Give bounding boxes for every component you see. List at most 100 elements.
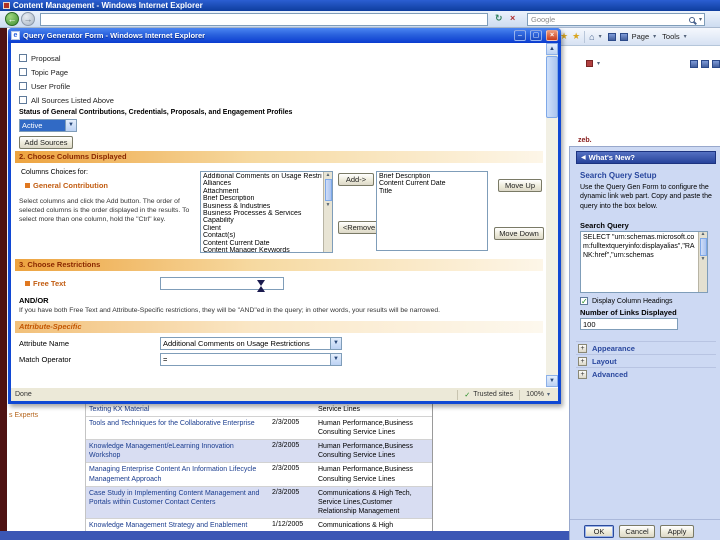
column-option[interactable]: Client [203,225,322,232]
table-row[interactable]: Case Study in Implementing Content Manag… [86,486,432,519]
zoom-control[interactable]: 100% ▾ [519,389,558,400]
move-up-button[interactable]: Move Up [498,179,542,192]
search-icon[interactable] [688,16,695,23]
list-scrollbar[interactable]: ▲ ▼ [323,172,332,252]
minimize-button[interactable]: – [514,30,526,41]
checkbox-icon[interactable] [19,68,27,76]
available-columns-list[interactable]: ▲▼ Additional Comments on Usage Restrict… [200,171,333,253]
table-row[interactable]: Knowledge Management Strategy and Enable… [86,519,432,531]
tool-pane-section[interactable]: + Layout [576,354,716,367]
row-title-link[interactable]: Managing Enterprise Content An Informati… [86,463,270,485]
selected-column-option[interactable]: Title [379,188,485,195]
home-dropdown-icon[interactable]: ▾ [599,33,602,40]
close-button[interactable]: × [546,30,558,41]
tool-pane-section[interactable]: + Appearance [576,341,716,354]
source-checkbox-row[interactable]: User Profile [19,79,114,93]
table-row[interactable]: Managing Enterprise Content An Informati… [86,463,432,487]
alert-icon[interactable] [586,60,593,67]
table-row[interactable]: Tools and Techniques for the Collaborati… [86,417,432,441]
status-select[interactable]: Active ▼ [19,119,77,132]
zoom-dropdown-icon[interactable]: ▾ [547,391,550,398]
column-option[interactable]: Additional Comments on Usage Restriction… [203,173,322,180]
expand-icon[interactable]: + [578,356,587,366]
column-option[interactable]: Content Manager Keywords [203,247,322,252]
row-title-link[interactable]: Texting KX Material [86,403,270,416]
toolbar-icon[interactable] [701,60,709,68]
scroll-up-icon[interactable]: ▲ [546,43,558,55]
column-option[interactable]: Business Processes & Services [203,210,322,217]
page-icon [619,32,628,41]
row-title-link[interactable]: Case Study in Implementing Content Manag… [86,487,270,518]
refresh-icon[interactable]: ↻ [495,13,503,24]
attribute-name-select[interactable]: Additional Comments on Usage Restriction… [160,337,342,350]
column-option[interactable]: Business & Industries [203,203,322,210]
tool-pane-section[interactable]: + Advanced [576,367,716,380]
whats-new-header[interactable]: ◀ What's New? [576,151,716,164]
page-menu[interactable]: Page [632,32,650,41]
source-checkbox-row[interactable]: Proposal [19,51,114,65]
search-dropdown-icon[interactable]: ▾ [699,16,702,23]
row-title-link[interactable]: Knowledge Management Strategy and Enable… [86,519,270,531]
checkbox-icon[interactable] [19,54,27,62]
checkbox-icon[interactable] [19,82,27,90]
experts-link[interactable]: s Experts [9,412,38,419]
search-query-textarea[interactable]: SELECT "urn:schemas.microsoft.com:fullte… [580,231,708,293]
add-column-button[interactable]: Add-> [338,173,374,186]
popup-titlebar[interactable]: e Query Generator Form - Windows Interne… [8,28,561,43]
display-headings-row[interactable]: ✓ Display Column Headings [580,297,673,306]
maximize-button[interactable]: ▢ [530,30,542,41]
tools-menu[interactable]: Tools [662,32,680,41]
home-icon[interactable]: ⌂ [589,32,594,42]
favorites-icon[interactable]: ★ [560,31,568,42]
selected-column-option[interactable]: Content Current Date [379,180,485,187]
scroll-down-icon[interactable]: ▼ [546,375,558,387]
checked-checkbox-icon[interactable]: ✓ [580,297,588,306]
links-displayed-input[interactable] [580,318,678,330]
source-checkbox-row[interactable]: All Sources Listed Above [19,93,114,107]
toolbar-icon[interactable] [712,60,720,68]
print-icon[interactable] [607,32,616,41]
popup-scrollbar[interactable]: ▲ ▼ [546,43,558,387]
column-option[interactable]: Alliances [203,180,322,187]
expand-icon[interactable]: + [578,343,587,353]
column-option[interactable]: Content Current Date [203,240,322,247]
row-title-link[interactable]: Knowledge Management/eLearning Innovatio… [86,440,270,462]
check-icon: ✓ [464,391,471,399]
ok-button[interactable]: OK [584,525,614,538]
cancel-button[interactable]: Cancel [619,525,655,538]
stop-icon[interactable]: × [510,13,515,23]
column-option[interactable]: Contact(s) [203,232,322,239]
toolbar-icon[interactable] [690,60,698,68]
page-dropdown-icon[interactable]: ▾ [653,33,656,40]
table-row[interactable]: Texting KX Material Service Lines [86,403,432,418]
table-row[interactable]: Knowledge Management/eLearning Innovatio… [86,440,432,464]
expand-icon[interactable]: + [578,369,587,379]
column-option[interactable]: Capability [203,217,322,224]
selected-column-option[interactable]: Brief Description [379,173,485,180]
column-option[interactable]: Brief Description [203,195,322,202]
move-down-button[interactable]: Move Down [494,227,544,240]
scroll-thumb[interactable] [546,56,558,118]
match-operator-select[interactable]: = ▼ [160,353,342,366]
collapse-arrow-icon[interactable]: ◀ [581,154,586,161]
row-title-link[interactable]: Tools and Techniques for the Collaborati… [86,417,270,439]
add-favorite-icon[interactable]: ★ [572,31,580,42]
selected-columns-list[interactable]: Brief Description Content Current Date T… [376,171,488,251]
address-bar[interactable] [40,13,488,26]
search-box[interactable]: Google ▾ [527,13,705,26]
chevron-down-icon[interactable]: ▼ [65,120,76,131]
add-sources-button[interactable]: Add Sources [19,136,73,149]
apply-button[interactable]: Apply [660,525,694,538]
chevron-down-icon[interactable]: ▼ [330,354,341,365]
alert-dropdown-icon[interactable]: ▾ [597,60,600,67]
chevron-down-icon[interactable]: ▼ [330,338,341,349]
free-text-input[interactable] [160,277,284,290]
forward-button[interactable]: → [21,12,35,26]
textarea-scrollbar[interactable]: ▲ ▼ [698,232,707,292]
tools-dropdown-icon[interactable]: ▾ [684,33,687,40]
checkbox-icon[interactable] [19,96,27,104]
back-button[interactable]: ← [5,12,19,26]
remove-column-button[interactable]: <Remove [338,221,380,234]
source-checkbox-row[interactable]: Topic Page [19,65,114,79]
column-option[interactable]: Attachment [203,188,322,195]
